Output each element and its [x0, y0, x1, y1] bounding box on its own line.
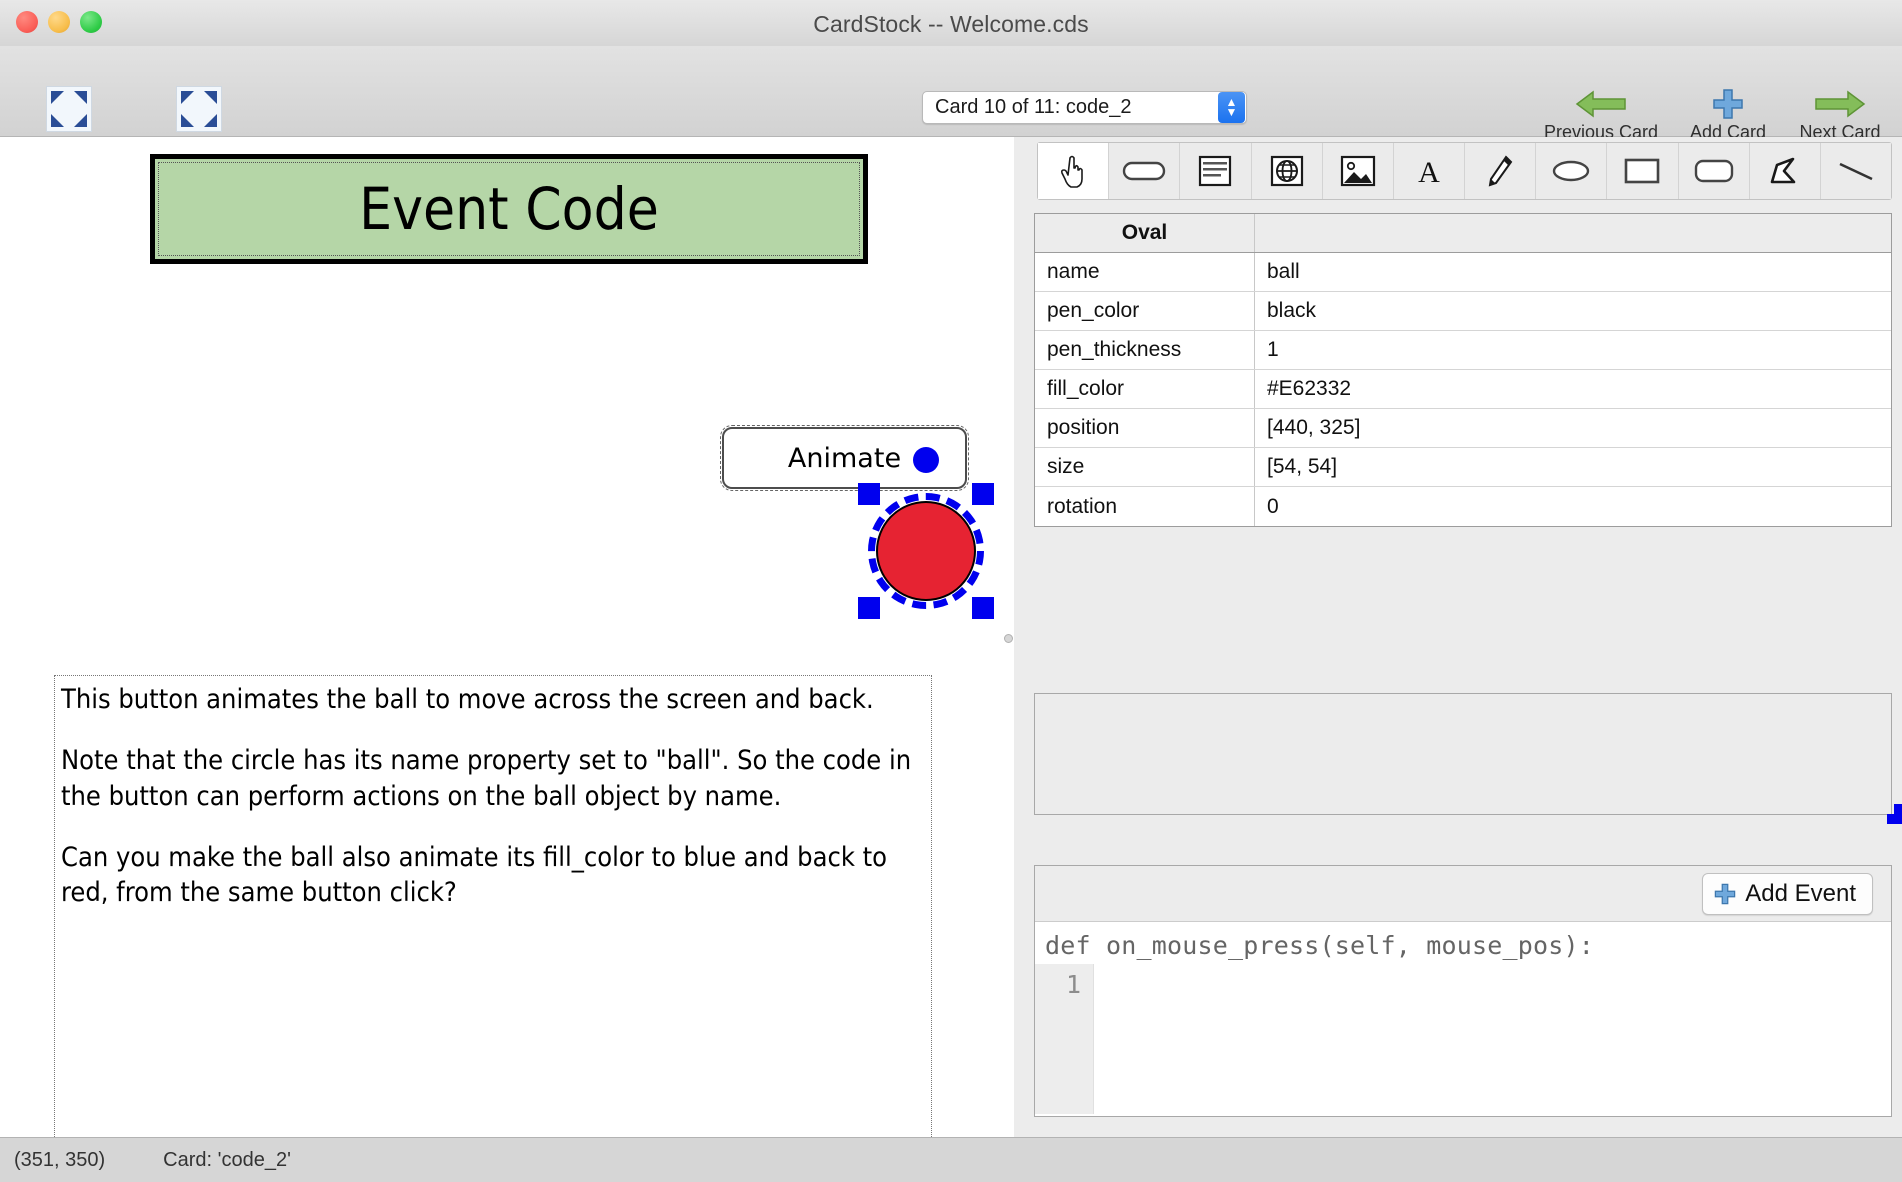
pen-tool[interactable] [1465, 143, 1537, 199]
run-stack-icon [46, 86, 92, 132]
run-this-card-icon [176, 86, 222, 132]
text-paragraph-1: This button animates the ball to move ac… [61, 684, 874, 715]
code-text-area[interactable] [1094, 964, 1891, 1114]
pencil-icon [1488, 155, 1513, 187]
main-toolbar: Run Stack Run This Card Card 10 of 11: c… [0, 46, 1902, 155]
property-key: pen_thickness [1035, 331, 1255, 369]
rounded-rectangle-icon [1694, 159, 1733, 183]
next-card-button[interactable]: Next Card [1785, 84, 1895, 143]
status-bar: (351, 350) Card: 'code_2' [0, 1137, 1902, 1182]
text-paragraph-3: Can you make the ball also animate its f… [61, 842, 888, 909]
line-tool[interactable] [1820, 143, 1892, 199]
card-title-label: Event Code [359, 175, 659, 243]
oval-tool[interactable] [1536, 143, 1608, 199]
line-number-gutter: 1 [1035, 964, 1094, 1114]
table-row[interactable]: fill_color #E62332 [1035, 370, 1891, 409]
plus-icon [1678, 84, 1778, 120]
add-card-button[interactable]: Add Card [1678, 84, 1778, 143]
resize-handle-bottom-right[interactable] [972, 597, 994, 619]
table-row[interactable]: size [54, 54] [1035, 448, 1891, 487]
line-icon [1839, 162, 1873, 181]
properties-header-value [1255, 214, 1891, 252]
card-picker-dropdown[interactable]: Card 10 of 11: code_2 ▲ ▼ [922, 91, 1247, 124]
rectangle-tool[interactable] [1607, 143, 1679, 199]
properties-type-label: Oval [1035, 214, 1255, 252]
resize-handle-top-left[interactable] [858, 483, 880, 505]
title-bar: CardStock -- Welcome.cds [0, 0, 1902, 46]
status-card-label: Card: 'code_2' [163, 1148, 291, 1171]
property-key: fill_color [1035, 370, 1255, 408]
panel-resize-handle[interactable] [1887, 804, 1902, 824]
rotation-handle[interactable] [913, 447, 939, 473]
properties-table: Oval name ball pen_color black pen_thick… [1034, 213, 1892, 527]
image-icon [1340, 155, 1375, 187]
selected-oval-ball[interactable] [858, 447, 994, 619]
table-row[interactable]: pen_thickness 1 [1035, 331, 1891, 370]
letter-a-icon: A [1418, 156, 1440, 187]
property-value[interactable]: [54, 54] [1255, 448, 1891, 486]
window-title: CardStock -- Welcome.cds [813, 11, 1089, 37]
property-value[interactable]: black [1255, 292, 1891, 330]
panel-splitter[interactable] [1002, 137, 1014, 1137]
resize-handle-bottom-left[interactable] [858, 597, 880, 619]
table-row[interactable]: pen_color black [1035, 292, 1891, 331]
arrow-left-icon [1531, 84, 1671, 120]
polygon-tool[interactable] [1749, 143, 1821, 199]
code-editor-panel: Add Event def on_mouse_press(self, mouse… [1034, 865, 1892, 1117]
selection-dashed-ring [868, 493, 984, 609]
property-value[interactable]: ball [1255, 253, 1891, 291]
inspector-panel: A Oval name ball pen_color black pen_thi… [1014, 137, 1902, 1137]
card-text-field[interactable]: This button animates the ball to move ac… [54, 675, 932, 1137]
arrow-right-icon [1785, 84, 1895, 120]
property-key: name [1035, 253, 1255, 291]
code-signature: def on_mouse_press(self, mouse_pos): [1045, 931, 1595, 960]
stepper-updown-icon[interactable]: ▲ ▼ [1218, 92, 1245, 123]
code-editor-header: Add Event [1035, 866, 1891, 922]
card-canvas[interactable]: Event Code Animate This button animates … [0, 137, 1010, 1137]
hand-pointer-tool[interactable] [1038, 143, 1110, 199]
image-tool[interactable] [1322, 143, 1394, 199]
resize-handle-top-right[interactable] [972, 483, 994, 505]
splitter-grip-icon[interactable] [1004, 634, 1013, 643]
rounded-rectangle-tool[interactable] [1678, 143, 1750, 199]
rectangle-icon [1625, 158, 1660, 184]
card-title-box[interactable]: Event Code [150, 154, 868, 264]
oval-icon [1553, 160, 1590, 182]
add-event-label: Add Event [1745, 879, 1856, 907]
tool-palette: A [1037, 142, 1892, 200]
text-field-icon [1199, 155, 1232, 187]
polygon-icon [1770, 157, 1796, 184]
svg-text:A: A [1418, 156, 1440, 187]
text-field-tool[interactable] [1180, 143, 1252, 199]
button-tool[interactable] [1109, 143, 1181, 199]
cardstock-window: CardStock -- Welcome.cds Run Stack Run T… [0, 0, 1902, 1182]
property-value[interactable]: [440, 325] [1255, 409, 1891, 447]
rounded-button-icon [1123, 161, 1166, 181]
globe-icon [1270, 155, 1303, 187]
property-key: size [1035, 448, 1255, 486]
table-row[interactable]: position [440, 325] [1035, 409, 1891, 448]
hand-pointer-icon [1061, 155, 1083, 188]
plus-icon [1715, 883, 1736, 904]
property-value[interactable]: #E62332 [1255, 370, 1891, 408]
web-view-tool[interactable] [1251, 143, 1323, 199]
property-key: pen_color [1035, 292, 1255, 330]
property-key: position [1035, 409, 1255, 447]
text-label-tool[interactable]: A [1393, 143, 1466, 199]
card-picker-value: Card 10 of 11: code_2 [935, 96, 1132, 118]
table-row[interactable]: rotation 0 [1035, 487, 1891, 526]
add-event-button[interactable]: Add Event [1702, 872, 1873, 915]
property-help-panel [1034, 693, 1902, 824]
property-key: rotation [1035, 487, 1255, 526]
text-paragraph-2: Note that the circle has its name proper… [61, 745, 912, 812]
previous-card-button[interactable]: Previous Card [1531, 84, 1671, 143]
properties-header-row: Oval [1035, 214, 1891, 253]
table-row[interactable]: name ball [1035, 253, 1891, 292]
property-value[interactable]: 0 [1255, 487, 1891, 526]
property-value[interactable]: 1 [1255, 331, 1891, 369]
status-coordinates: (351, 350) [14, 1148, 106, 1171]
code-body[interactable]: 1 [1035, 964, 1891, 1114]
